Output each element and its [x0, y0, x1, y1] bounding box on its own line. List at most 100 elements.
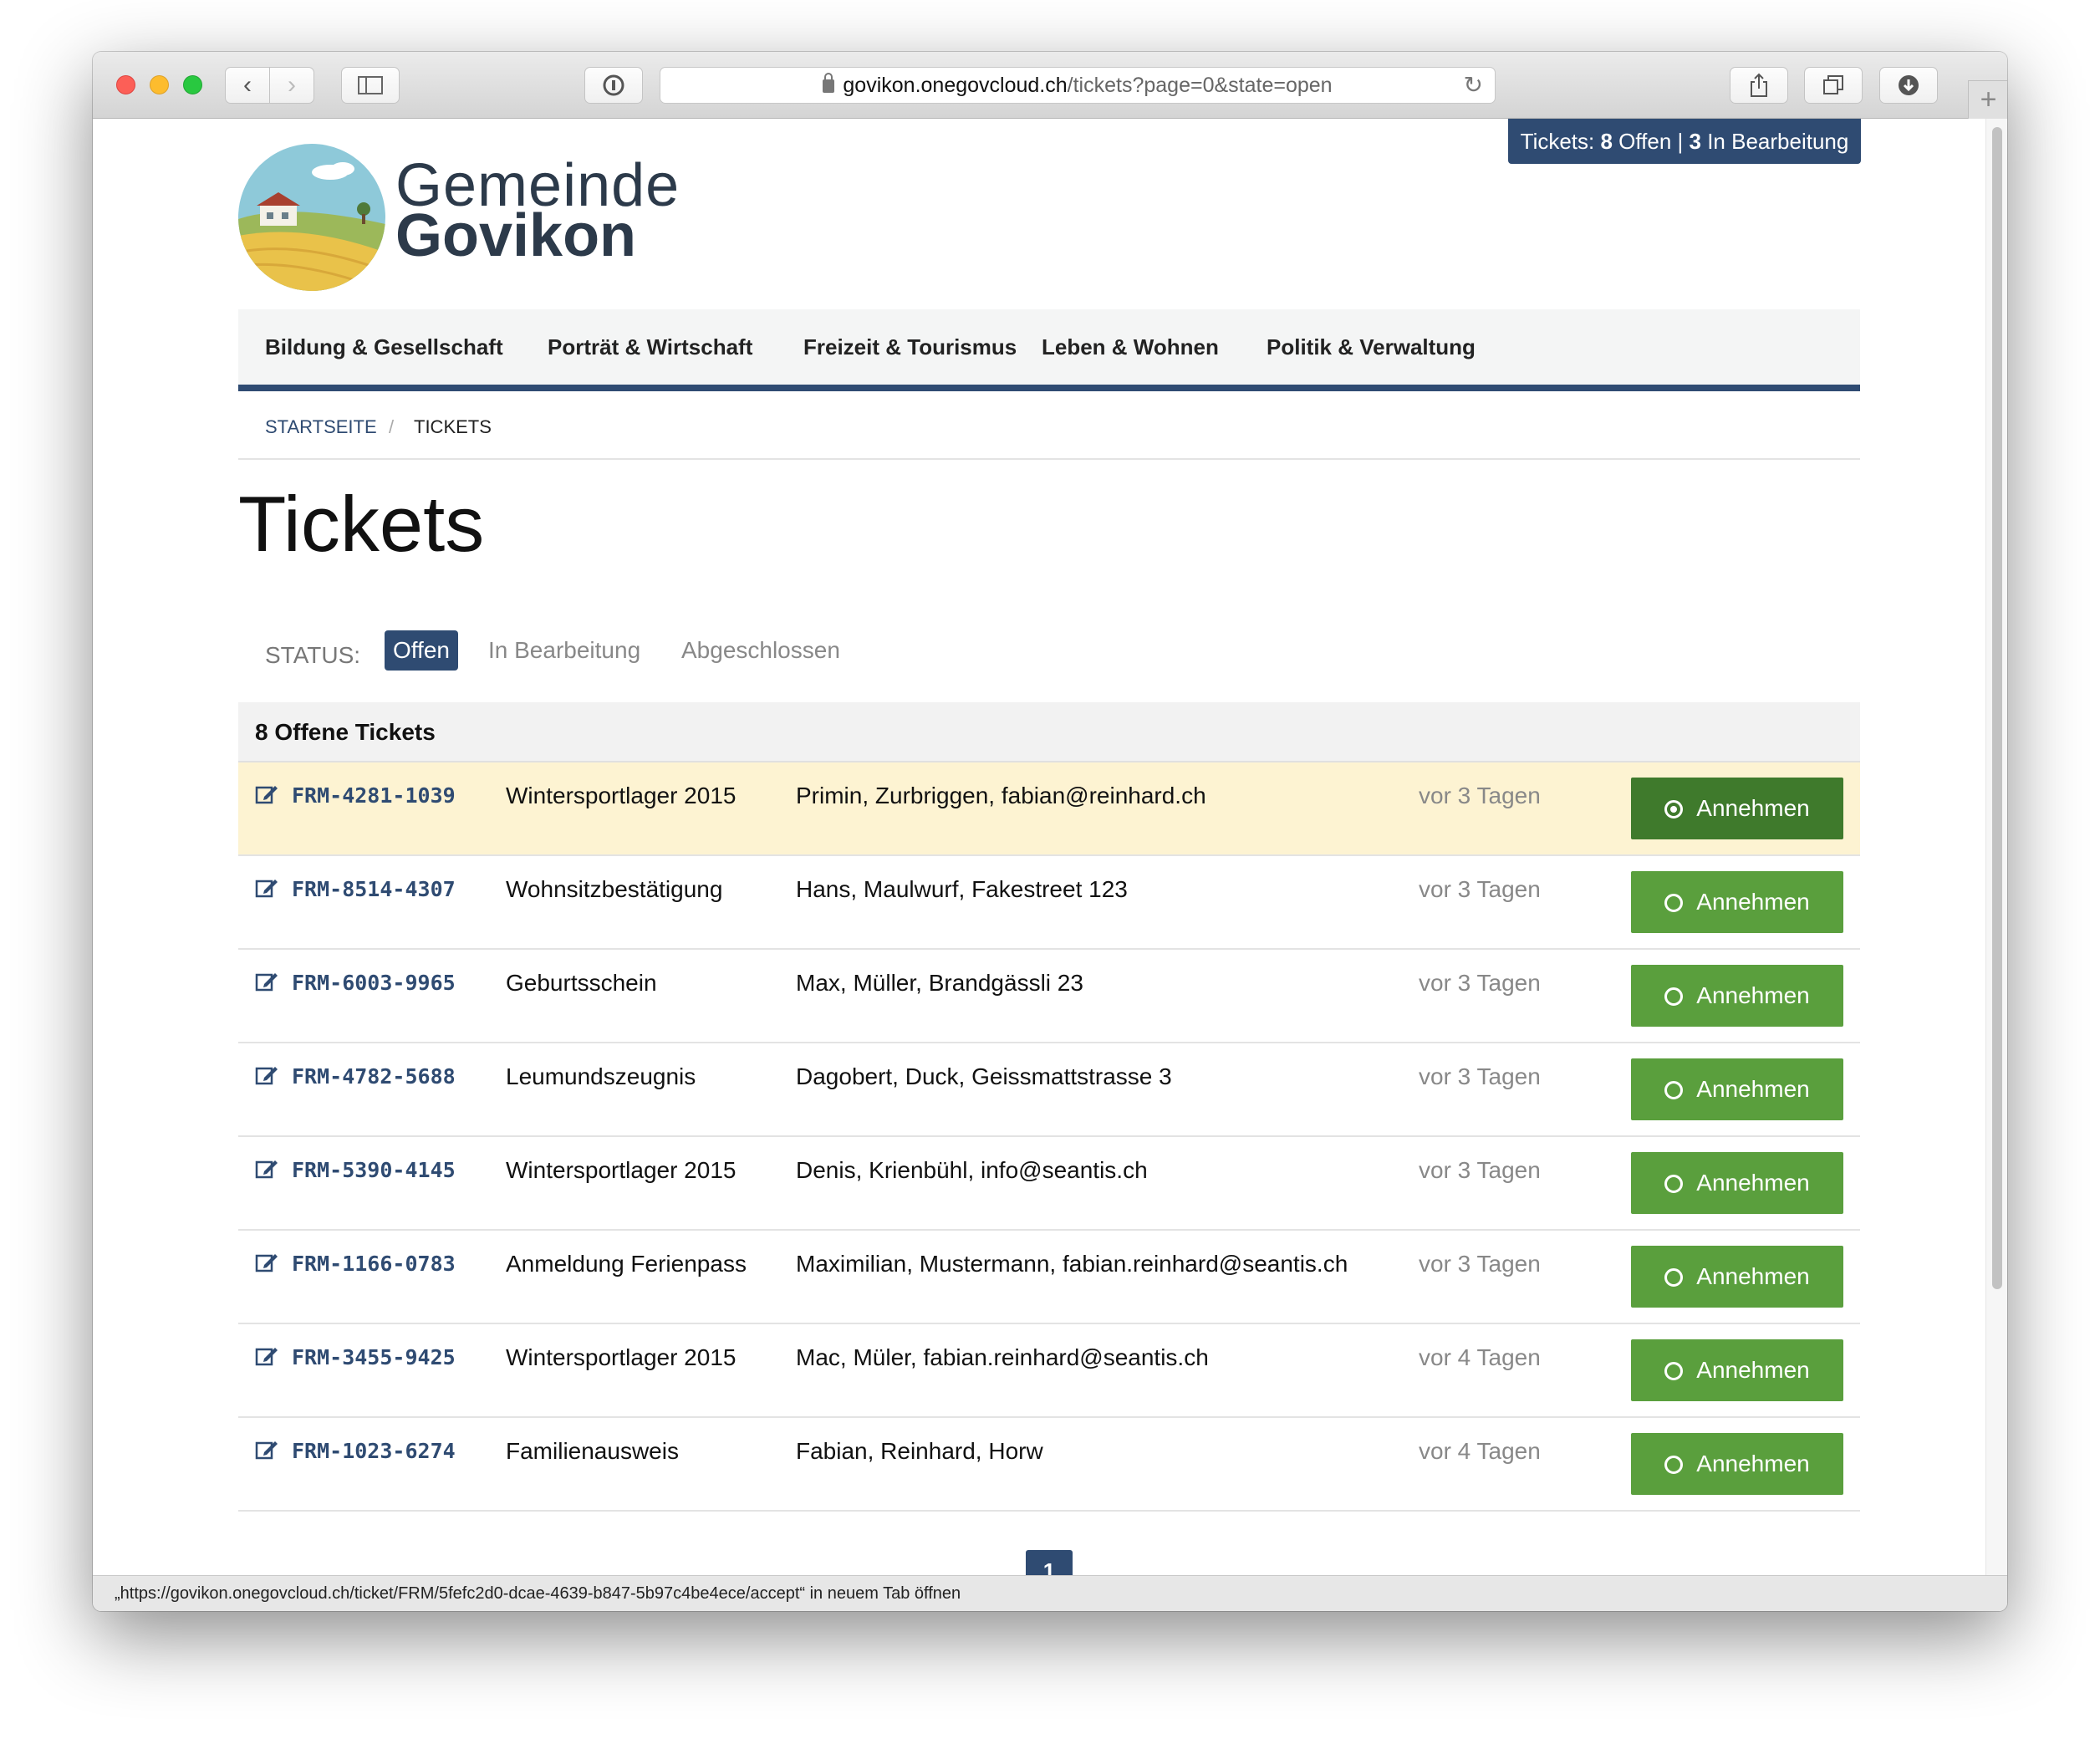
- table-row: FRM-5390-4145 Wintersportlager 2015 Denis,…: [238, 1137, 1860, 1231]
- ticket-age: vor 3 Tagen: [1419, 876, 1541, 902]
- plus-icon: +: [1980, 84, 1997, 115]
- edit-icon: [255, 1441, 278, 1460]
- browser-window: ‹ › govikon.onegovcloud.ch/tickets?page=…: [93, 52, 2007, 1611]
- tickets-summary-badge[interactable]: Tickets: 8 Offen | 3 In Bearbeitung: [1508, 119, 1861, 164]
- accept-label: Annehmen: [1696, 795, 1810, 821]
- ticket-title: Geburtsschein: [506, 970, 657, 996]
- scrollbar-thumb[interactable]: [1992, 127, 2002, 1289]
- in-progress-label: In Bearbeitung: [1700, 129, 1849, 154]
- address-bar[interactable]: govikon.onegovcloud.ch/tickets?page=0&st…: [660, 67, 1496, 104]
- nav-item-leben[interactable]: Leben & Wohnen: [1042, 309, 1219, 385]
- vertical-scrollbar[interactable]: [1985, 119, 2007, 1575]
- sidebar-toggle-button[interactable]: [341, 67, 400, 104]
- maximize-window-button[interactable]: [183, 75, 202, 94]
- web-page: Tickets: 8 Offen | 3 In Bearbeitung Geme…: [93, 119, 2007, 1575]
- table-row: FRM-8514-4307 Wohnsitzbestätigung Hans, Ma…: [238, 856, 1860, 950]
- ticket-owner: Fabian, Reinhard, Horw: [796, 1438, 1043, 1464]
- breadcrumb-current: TICKETS: [414, 416, 492, 437]
- radio-circle-icon: [1664, 894, 1684, 912]
- ticket-title: Wintersportlager 2015: [506, 783, 737, 808]
- ticket-number-link[interactable]: FRM-4281-1039: [292, 781, 456, 811]
- tickets-badge-prefix: Tickets:: [1520, 129, 1601, 154]
- nav-item-freizeit[interactable]: Freizeit & Tourismus: [803, 309, 1017, 385]
- ticket-number-link[interactable]: FRM-1023-6274: [292, 1436, 456, 1466]
- ticket-number-link[interactable]: FRM-5390-4145: [292, 1155, 456, 1186]
- nav-item-bildung[interactable]: Bildung & Gesellschaft: [265, 309, 503, 385]
- chevron-right-icon: ›: [288, 71, 296, 99]
- minimize-window-button[interactable]: [150, 75, 169, 94]
- browser-toolbar: ‹ › govikon.onegovcloud.ch/tickets?page=…: [93, 52, 2007, 119]
- info-icon: [603, 74, 624, 96]
- ticket-title: Leumundszeugnis: [506, 1063, 696, 1089]
- ticket-owner: Max, Müller, Brandgässli 23: [796, 970, 1083, 996]
- accept-button[interactable]: Annehmen: [1631, 1433, 1843, 1495]
- back-button[interactable]: ‹: [225, 67, 270, 104]
- ticket-title: Anmeldung Ferienpass: [506, 1251, 747, 1277]
- ticket-number-link[interactable]: FRM-3455-9425: [292, 1343, 456, 1373]
- accept-button[interactable]: Annehmen: [1631, 871, 1843, 933]
- ticket-title: Familienausweis: [506, 1438, 679, 1464]
- brand-line-2[interactable]: Govikon: [395, 206, 636, 266]
- accept-button[interactable]: Annehmen: [1631, 1152, 1843, 1214]
- govikon-logo-icon[interactable]: [238, 144, 385, 291]
- ticket-age: vor 4 Tagen: [1419, 1438, 1541, 1464]
- new-tab-button[interactable]: +: [1968, 80, 2007, 119]
- accept-label: Annehmen: [1696, 1263, 1810, 1289]
- accept-label: Annehmen: [1696, 1357, 1810, 1383]
- ticket-number-link[interactable]: FRM-6003-9965: [292, 968, 456, 998]
- table-row: FRM-4782-5688 Leumundszeugnis Dagobert, Du…: [238, 1043, 1860, 1137]
- pagination-page-1[interactable]: 1: [1026, 1550, 1073, 1575]
- ticket-owner: Dagobert, Duck, Geissmattstrasse 3: [796, 1063, 1172, 1089]
- breadcrumb: STARTSEITE / TICKETS: [238, 398, 1860, 460]
- edit-icon: [255, 1254, 278, 1272]
- url-path: /tickets?page=0&state=open: [1067, 74, 1333, 97]
- status-tab-offen[interactable]: Offen: [385, 630, 458, 671]
- share-icon: [1751, 73, 1767, 97]
- open-label: Offen |: [1612, 129, 1690, 154]
- radio-circle-icon: [1664, 800, 1684, 818]
- main-navigation: Bildung & Gesellschaft Porträt & Wirtsch…: [238, 309, 1860, 391]
- tabs-icon: [1823, 75, 1843, 94]
- ticket-title: Wintersportlager 2015: [506, 1344, 737, 1370]
- radio-circle-icon: [1664, 987, 1684, 1006]
- accept-label: Annehmen: [1696, 1170, 1810, 1196]
- ticket-number-link[interactable]: FRM-8514-4307: [292, 875, 456, 905]
- downloads-button[interactable]: [1879, 67, 1938, 104]
- share-button[interactable]: [1730, 67, 1788, 104]
- breadcrumb-home-link[interactable]: STARTSEITE: [265, 398, 377, 456]
- nav-item-politik[interactable]: Politik & Verwaltung: [1267, 309, 1476, 385]
- status-tab-in-bearbeitung[interactable]: In Bearbeitung: [488, 630, 640, 671]
- table-row: FRM-1023-6274 Familienausweis Fabian, Rein…: [238, 1418, 1860, 1512]
- url-host: govikon.onegovcloud.ch: [843, 74, 1068, 97]
- accept-label: Annehmen: [1696, 1076, 1810, 1102]
- accept-button[interactable]: Annehmen: [1631, 778, 1843, 839]
- accept-button[interactable]: Annehmen: [1631, 1246, 1843, 1308]
- forward-button[interactable]: ›: [269, 67, 314, 104]
- nav-item-portraet[interactable]: Porträt & Wirtschaft: [548, 309, 752, 385]
- close-window-button[interactable]: [116, 75, 135, 94]
- edit-icon: [255, 1160, 278, 1179]
- radio-circle-icon: [1664, 1456, 1684, 1474]
- radio-circle-icon: [1664, 1175, 1684, 1193]
- reader-button[interactable]: [584, 67, 643, 104]
- edit-icon: [255, 1067, 278, 1085]
- accept-label: Annehmen: [1696, 1451, 1810, 1476]
- ticket-title: Wohnsitzbestätigung: [506, 876, 723, 902]
- lock-icon: [823, 73, 835, 93]
- reload-icon[interactable]: ↻: [1464, 68, 1483, 103]
- ticket-owner: Mac, Müler, fabian.reinhard@seantis.ch: [796, 1344, 1209, 1370]
- ticket-number-link[interactable]: FRM-4782-5688: [292, 1062, 456, 1092]
- ticket-owner: Primin, Zurbriggen, fabian@reinhard.ch: [796, 783, 1206, 808]
- tabs-overview-button[interactable]: [1804, 67, 1863, 104]
- ticket-age: vor 4 Tagen: [1419, 1344, 1541, 1370]
- status-tab-abgeschlossen[interactable]: Abgeschlossen: [681, 630, 840, 671]
- ticket-number-link[interactable]: FRM-1166-0783: [292, 1249, 456, 1279]
- table-row: FRM-4281-1039 Wintersportlager 2015 Primin…: [238, 762, 1860, 856]
- chevron-left-icon: ‹: [243, 71, 252, 99]
- accept-button[interactable]: Annehmen: [1631, 1339, 1843, 1401]
- accept-button[interactable]: Annehmen: [1631, 965, 1843, 1027]
- accept-label: Annehmen: [1696, 982, 1810, 1008]
- table-row: FRM-3455-9425 Wintersportlager 2015 Mac, M…: [238, 1324, 1860, 1418]
- page-title: Tickets: [238, 480, 485, 568]
- accept-button[interactable]: Annehmen: [1631, 1058, 1843, 1120]
